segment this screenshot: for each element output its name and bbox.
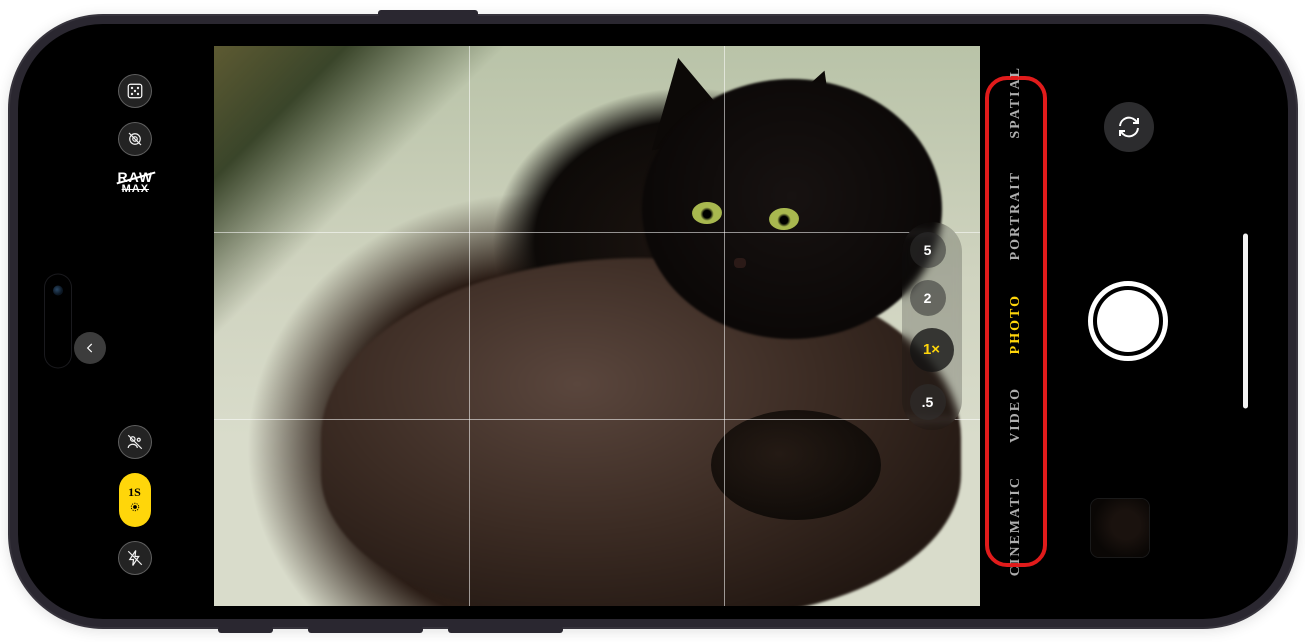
mode-cinematic[interactable]: CINEMATIC bbox=[1009, 476, 1023, 576]
flash-button[interactable] bbox=[118, 541, 152, 575]
raw-label: RAW bbox=[118, 170, 154, 184]
zoom-1x[interactable]: 1× bbox=[910, 328, 954, 372]
grid-line bbox=[214, 232, 980, 233]
raw-toggle[interactable]: RAW MAX bbox=[118, 170, 154, 195]
last-photo-thumbnail[interactable] bbox=[1091, 499, 1149, 557]
zoom-2x[interactable]: 2 bbox=[910, 280, 946, 316]
mode-spatial[interactable]: SPATIAL bbox=[1009, 66, 1023, 139]
zoom-5x[interactable]: 5 bbox=[910, 232, 946, 268]
photographic-styles-button[interactable] bbox=[118, 74, 152, 108]
switch-camera-icon bbox=[1117, 115, 1141, 139]
depth-person-button[interactable] bbox=[118, 425, 152, 459]
viewfinder[interactable]: 5 2 1× .5 bbox=[214, 46, 980, 606]
controls-drawer-toggle[interactable] bbox=[74, 332, 106, 364]
person-depth-off-icon bbox=[126, 433, 144, 451]
switch-camera-button[interactable] bbox=[1104, 102, 1154, 152]
timer-value: 1S bbox=[128, 486, 141, 498]
cat-paw bbox=[711, 410, 881, 520]
side-button-vol-down bbox=[448, 626, 563, 633]
shutter-button[interactable] bbox=[1088, 281, 1168, 361]
side-button-switch bbox=[218, 626, 273, 633]
camera-app: 5 2 1× .5 RAW bbox=[20, 26, 1286, 617]
iphone-frame: 5 2 1× .5 RAW bbox=[8, 14, 1298, 629]
mode-video[interactable]: VIDEO bbox=[1009, 387, 1023, 443]
grid-line bbox=[214, 419, 980, 420]
screen: 5 2 1× .5 RAW bbox=[18, 24, 1288, 619]
live-photo-timer-button[interactable]: 1S bbox=[119, 473, 151, 527]
mode-portrait[interactable]: PORTRAIT bbox=[1009, 171, 1023, 260]
grid-line bbox=[469, 46, 470, 606]
mode-photo[interactable]: PHOTO bbox=[1009, 294, 1023, 354]
annotation-highlight-mode-selector: SPATIAL PORTRAIT PHOTO VIDEO CINEMATIC bbox=[985, 76, 1047, 567]
grid-style-icon bbox=[126, 82, 144, 100]
zoom-0_5x[interactable]: .5 bbox=[910, 384, 946, 420]
side-button-vol-up bbox=[308, 626, 423, 633]
night-mode-off-icon bbox=[126, 130, 144, 148]
camera-mode-selector[interactable]: SPATIAL PORTRAIT PHOTO VIDEO CINEMATIC bbox=[989, 80, 1043, 563]
side-button-power bbox=[378, 10, 478, 17]
grid-line bbox=[724, 46, 725, 606]
live-rings-icon bbox=[126, 501, 144, 513]
night-mode-button[interactable] bbox=[118, 122, 152, 156]
cat-nose bbox=[734, 258, 746, 268]
zoom-picker[interactable]: 5 2 1× .5 bbox=[902, 222, 962, 430]
flash-off-icon bbox=[126, 549, 144, 567]
rawmax-label: MAX bbox=[118, 184, 154, 195]
chevron-left-icon bbox=[83, 341, 97, 355]
